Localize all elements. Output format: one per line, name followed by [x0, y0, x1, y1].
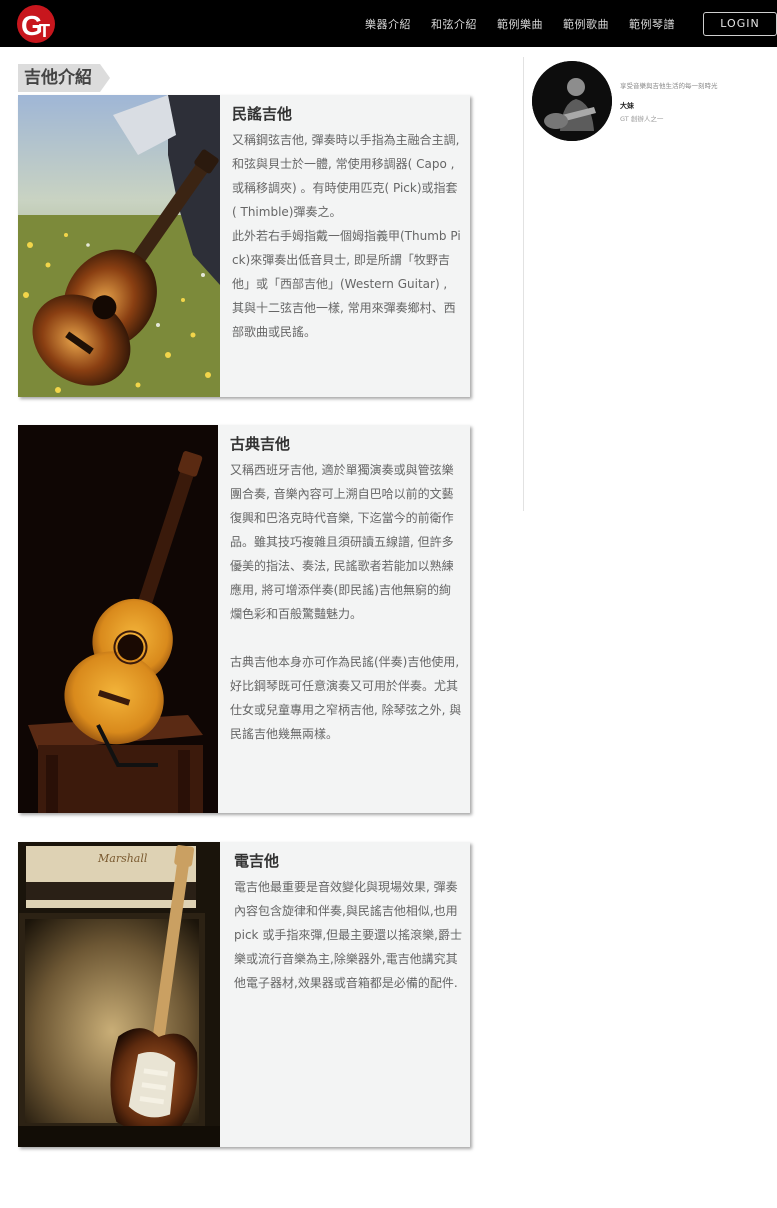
card-paragraph: 電吉他最重要是音效變化與現場效果, 彈奏內容包含旋律和伴奏,與民謠吉他相似,也用… [234, 880, 462, 990]
main-nav: 樂器介紹 和弦介紹 範例樂曲 範例歌曲 範例琴譜 LOGIN [365, 12, 777, 36]
folk-guitar-text: 民謠吉他 又稱鋼弦吉他, 彈奏時以手指為主融合主調, 和弦與貝士於一體, 常使用… [220, 95, 470, 397]
column-divider [523, 57, 524, 511]
section-title-tag: 吉他介紹 [18, 64, 110, 92]
nav-example-songs[interactable]: 範例歌曲 [563, 16, 609, 32]
section-title: 吉他介紹 [18, 64, 100, 92]
classical-guitar-text: 古典吉他 又稱西班牙吉他, 適於單獨演奏或與管弦樂團合奏, 音樂內容可上溯自巴哈… [218, 425, 470, 813]
card-paragraph: 又稱鋼弦吉他, 彈奏時以手指為主融合主調, 和弦與貝士於一體, 常使用移調器( … [232, 133, 460, 219]
card-title: 民謠吉他 [232, 105, 293, 123]
profile-role: GT 創辦人之一 [620, 115, 664, 123]
nav-chords[interactable]: 和弦介紹 [431, 16, 477, 32]
electric-guitar-card: Marshall 電吉他 電吉他最重要是音效變化與現場效果, 彈奏內容包含旋律和… [18, 842, 470, 1147]
top-navigation-bar: G T 樂器介紹 和弦介紹 範例樂曲 範例歌曲 範例琴譜 LOGIN [0, 0, 777, 47]
profile-avatar[interactable] [532, 61, 612, 141]
svg-text:T: T [39, 21, 50, 41]
nav-example-tunes[interactable]: 範例樂曲 [497, 16, 543, 32]
card-paragraph: 古典吉他本身亦可作為民謠(伴奏)吉他使用, 好比鋼琴既可任意演奏又可用於伴奏。尤… [230, 655, 462, 741]
folk-guitar-card: 民謠吉他 又稱鋼弦吉他, 彈奏時以手指為主融合主調, 和弦與貝士於一體, 常使用… [18, 95, 470, 397]
nav-instruments[interactable]: 樂器介紹 [365, 16, 411, 32]
nav-example-scores[interactable]: 範例琴譜 [629, 16, 675, 32]
card-title: 古典吉他 [230, 435, 291, 453]
card-paragraph: 此外若右手姆指戴一個姆指義甲(Thumb Pick)來彈奏出低音貝士, 即是所謂… [232, 229, 461, 339]
profile-name: 大妹 [620, 102, 634, 110]
profile-quote: 享受音樂與吉他生活的每一刻時光 [620, 82, 718, 90]
folk-guitar-photo [18, 95, 220, 397]
classical-guitar-card: 古典吉他 又稱西班牙吉他, 適於單獨演奏或與管弦樂團合奏, 音樂內容可上溯自巴哈… [18, 425, 470, 813]
tag-arrow-shape [100, 64, 110, 92]
card-title: 電吉他 [234, 852, 280, 870]
gt-logo[interactable]: G T [14, 4, 60, 44]
classical-guitar-photo [18, 425, 218, 813]
login-button[interactable]: LOGIN [703, 12, 777, 36]
svg-text:Marshall: Marshall [97, 852, 148, 865]
card-paragraph: 又稱西班牙吉他, 適於單獨演奏或與管弦樂團合奏, 音樂內容可上溯自巴哈以前的文藝… [230, 463, 454, 621]
electric-guitar-photo: Marshall [18, 842, 220, 1147]
electric-guitar-text: 電吉他 電吉他最重要是音效變化與現場效果, 彈奏內容包含旋律和伴奏,與民謠吉他相… [220, 842, 470, 1147]
